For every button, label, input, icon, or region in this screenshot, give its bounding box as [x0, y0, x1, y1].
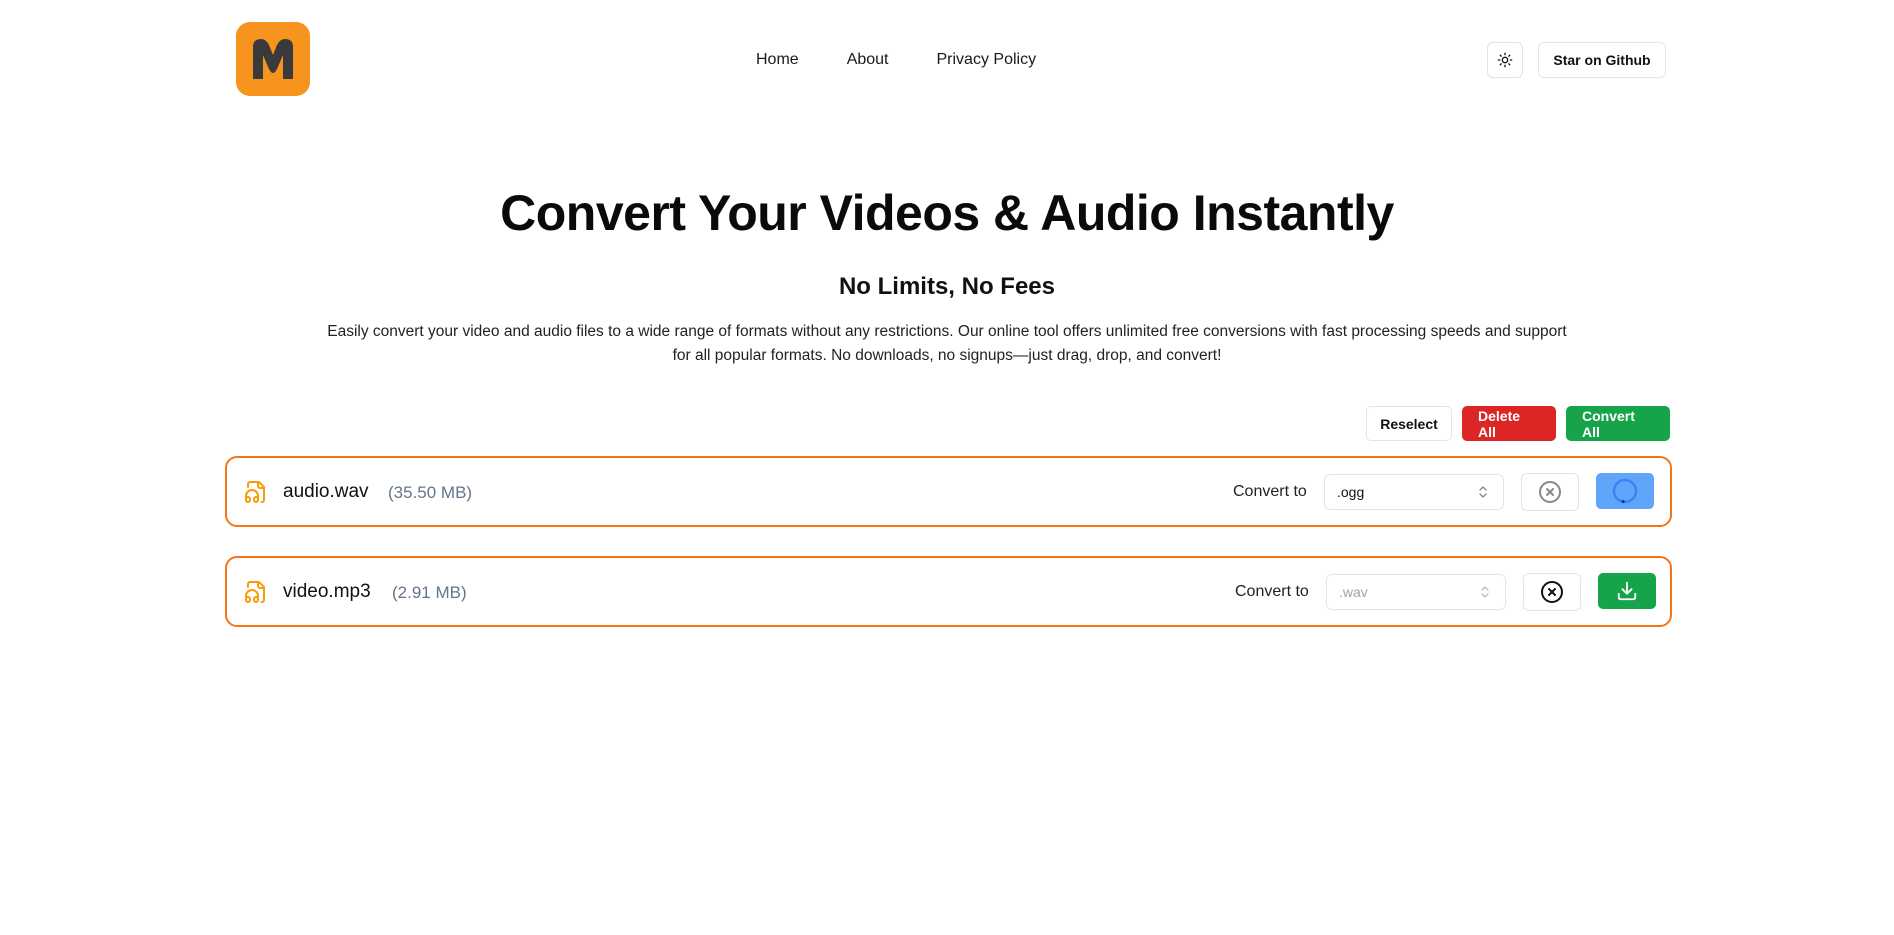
nav-home-link[interactable]: Home: [756, 48, 799, 72]
convert-all-button[interactable]: Convert All: [1566, 406, 1670, 441]
format-select[interactable]: .wav: [1326, 574, 1506, 610]
page-description: Easily convert your video and audio file…: [327, 323, 1567, 364]
logo[interactable]: [236, 22, 310, 96]
audio-file-icon: [245, 581, 265, 603]
file-row: audio.wav (35.50 MB) Convert to .ogg: [225, 456, 1672, 527]
reselect-button[interactable]: Reselect: [1366, 406, 1452, 441]
logo-m-icon: [253, 39, 293, 79]
chevron-up-down-icon: [1479, 486, 1487, 498]
convert-to-label: Convert to: [1235, 583, 1309, 600]
main-nav: Home About Privacy Policy: [756, 48, 1036, 72]
chevron-up-down-icon: [1481, 586, 1489, 598]
close-circle-icon: [1541, 581, 1563, 603]
file-size: (35.50 MB): [388, 483, 473, 502]
convert-to-label: Convert to: [1233, 483, 1307, 500]
remove-file-button[interactable]: [1521, 473, 1579, 511]
nav-privacy-link[interactable]: Privacy Policy: [937, 48, 1037, 72]
nav-about-link[interactable]: About: [847, 48, 889, 72]
download-icon: [1617, 581, 1637, 601]
bulk-actions: Reselect Delete All Convert All: [1366, 406, 1670, 441]
download-button[interactable]: [1598, 573, 1656, 609]
converting-indicator: [1596, 473, 1654, 509]
audio-file-icon: [245, 481, 265, 503]
remove-file-button[interactable]: [1523, 573, 1581, 611]
format-select[interactable]: .ogg: [1324, 474, 1504, 510]
file-name: audio.wav: [283, 481, 369, 502]
site-header: Home About Privacy Policy Star on Github: [0, 0, 1894, 120]
file-row: video.mp3 (2.91 MB) Convert to .wav: [225, 556, 1672, 627]
theme-toggle-button[interactable]: [1487, 42, 1523, 78]
file-size: (2.91 MB): [392, 583, 467, 602]
spinner-icon: [1612, 478, 1638, 504]
close-circle-icon: [1539, 481, 1561, 503]
page-title: Convert Your Videos & Audio Instantly: [500, 185, 1394, 241]
star-github-button[interactable]: Star on Github: [1538, 42, 1666, 78]
page-subtitle: No Limits, No Fees: [838, 273, 1056, 300]
sun-icon: [1497, 52, 1513, 68]
format-select-value: .wav: [1339, 584, 1368, 600]
format-select-value: .ogg: [1337, 484, 1365, 500]
delete-all-button[interactable]: Delete All: [1462, 406, 1556, 441]
file-name: video.mp3: [283, 581, 371, 602]
